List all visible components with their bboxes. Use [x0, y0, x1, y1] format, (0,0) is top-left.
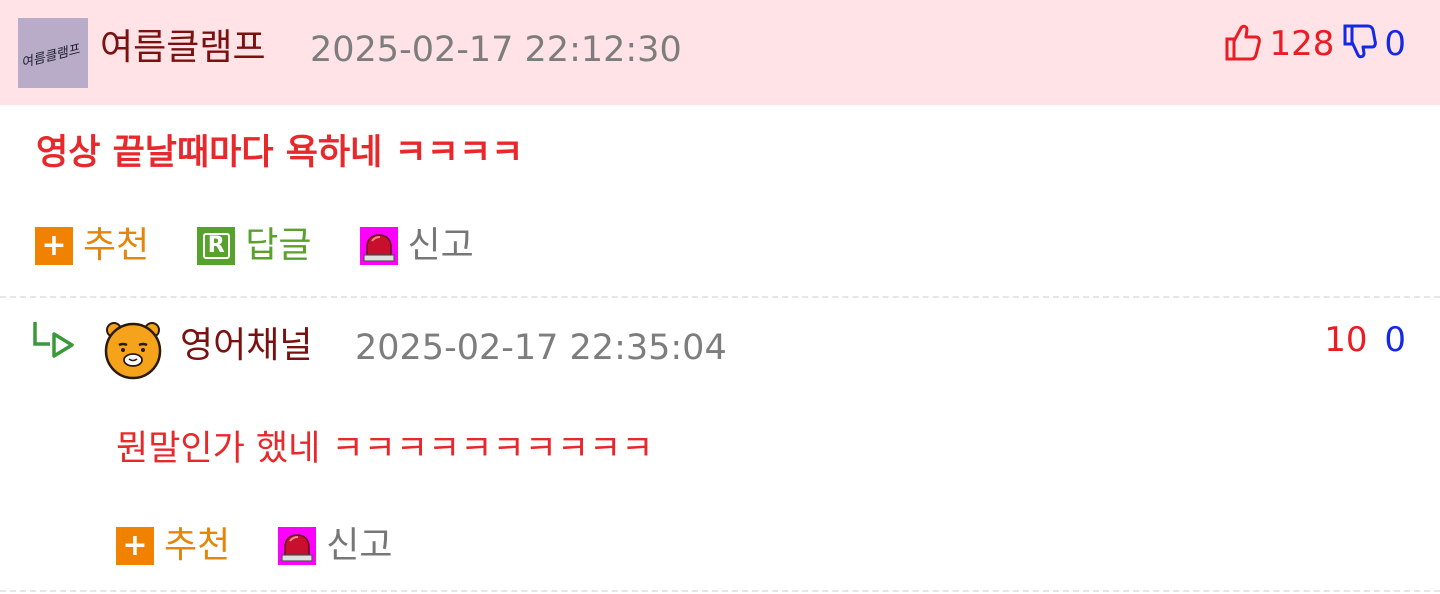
comment-timestamp: 2025-02-17 22:12:30	[310, 30, 682, 70]
reply-avatar[interactable]	[102, 318, 164, 384]
reply-timestamp: 2025-02-17 22:35:04	[355, 328, 727, 368]
reply-button[interactable]: R 답글	[197, 224, 312, 268]
recommend-label: 추천	[164, 525, 231, 566]
reply-author[interactable]: 영어채널	[180, 324, 312, 368]
plus-icon: +	[116, 527, 154, 565]
comment-actions: + 추천 R 답글 신고	[35, 224, 522, 268]
reply-label: 답글	[245, 225, 312, 266]
siren-icon	[359, 227, 398, 265]
comment-votes: 128 0	[1223, 22, 1406, 66]
thumbs-up-icon[interactable]	[1223, 22, 1263, 66]
divider	[0, 296, 1440, 298]
reply-report-button[interactable]: 신고	[278, 524, 393, 568]
recommend-button[interactable]: + 추천	[35, 224, 149, 268]
avatar-text: 여름클램프	[19, 42, 82, 72]
comment-author[interactable]: 여름클램프	[100, 26, 266, 70]
comment-text: 영상 끝날때마다 욕하네 ㅋㅋㅋㅋ	[36, 133, 524, 173]
reply-icon: R	[197, 227, 236, 265]
comment-header: 여름클램프 여름클램프 2025-02-17 22:12:30 128 0	[0, 0, 1440, 105]
siren-icon	[278, 527, 317, 565]
comment-thread: 여름클램프 여름클램프 2025-02-17 22:12:30 128 0 영상…	[0, 0, 1440, 594]
plus-icon: +	[35, 227, 73, 265]
report-label: 신고	[326, 525, 393, 566]
divider	[0, 590, 1440, 592]
report-button[interactable]: 신고	[359, 224, 474, 268]
reply-upvote-count: 10	[1324, 320, 1368, 360]
reply-arrow-icon	[30, 318, 80, 366]
reply-votes: 10 0	[1324, 318, 1406, 362]
avatar[interactable]: 여름클램프	[18, 18, 88, 88]
reply-recommend-button[interactable]: + 추천	[116, 524, 230, 568]
reply-actions: + 추천 신고	[116, 524, 441, 568]
upvote-count: 128	[1269, 24, 1335, 64]
reply-downvote-count: 0	[1384, 320, 1406, 360]
recommend-label: 추천	[83, 225, 150, 266]
thumbs-down-icon[interactable]	[1342, 22, 1378, 66]
report-label: 신고	[407, 225, 474, 266]
reply-text: 뭔말인가 했네 ㅋㅋㅋㅋㅋㅋㅋㅋㅋㅋ	[116, 429, 654, 469]
downvote-count: 0	[1384, 24, 1406, 64]
